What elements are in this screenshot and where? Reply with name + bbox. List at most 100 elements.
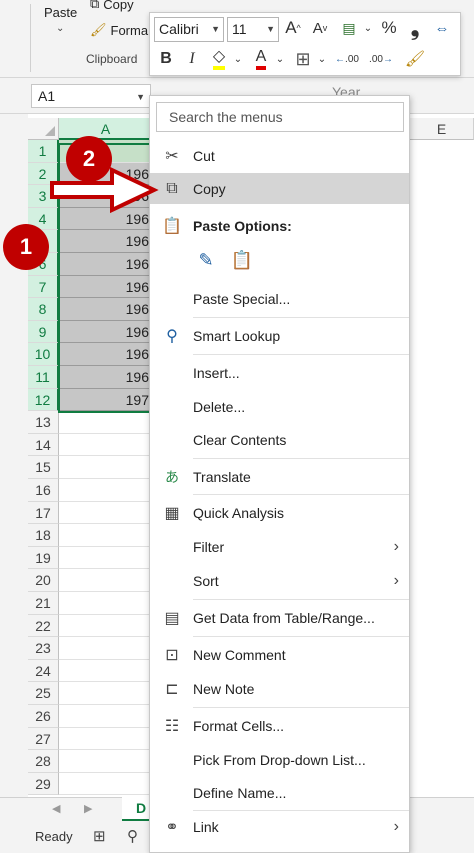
- row-header[interactable]: 22: [28, 614, 59, 638]
- italic-button[interactable]: I: [182, 46, 202, 72]
- accessibility-icon[interactable]: ⚲: [127, 827, 138, 845]
- cell-a[interactable]: 196: [59, 343, 152, 366]
- cell-a[interactable]: [59, 659, 152, 683]
- row-header[interactable]: 1: [28, 140, 59, 163]
- row-header[interactable]: 9: [28, 320, 59, 344]
- cell-a[interactable]: [59, 479, 152, 502]
- cell-a[interactable]: [59, 750, 152, 773]
- cell-a[interactable]: 196: [59, 298, 152, 321]
- cell-a[interactable]: 196: [59, 253, 152, 276]
- column-header-e[interactable]: E: [410, 118, 474, 140]
- row-header[interactable]: 10: [28, 343, 59, 366]
- column-header-a[interactable]: A: [59, 118, 153, 140]
- comma-style-button[interactable]: ❟: [406, 15, 424, 41]
- menu-item-quick-analysis[interactable]: ▦ Quick Analysis: [150, 497, 409, 528]
- menu-item-insert[interactable]: Insert...: [150, 357, 409, 388]
- grow-font-button[interactable]: A ^: [283, 15, 303, 41]
- row-header[interactable]: 29: [28, 772, 59, 796]
- row-header[interactable]: 16: [28, 479, 59, 502]
- menu-item-filter[interactable]: Filter ›: [150, 531, 409, 562]
- font-name-box[interactable]: Calibri ▼: [154, 17, 224, 42]
- number-format-icon[interactable]: ▤: [336, 15, 362, 41]
- cell-a[interactable]: [59, 772, 152, 796]
- menu-item-new-comment[interactable]: ⊡ New Comment: [150, 639, 409, 670]
- cell-a[interactable]: 196: [59, 366, 152, 389]
- menu-item-cut[interactable]: ✂ Cut: [150, 140, 409, 171]
- borders-icon[interactable]: ⊞: [292, 46, 314, 72]
- row-header[interactable]: 17: [28, 501, 59, 525]
- bold-button[interactable]: B: [156, 46, 176, 72]
- cell-a[interactable]: 196: [59, 230, 152, 253]
- format-painter-icon[interactable]: 🖌: [404, 46, 426, 72]
- decrease-decimal-button[interactable]: .00 →: [366, 46, 396, 72]
- row-header[interactable]: 15: [28, 456, 59, 479]
- cell-a[interactable]: [59, 592, 152, 615]
- cell-a[interactable]: [59, 569, 152, 592]
- row-header[interactable]: 11: [28, 366, 59, 389]
- cell-a[interactable]: [59, 705, 152, 728]
- cell-a[interactable]: [59, 456, 152, 479]
- name-box[interactable]: A1 ▼: [31, 84, 151, 108]
- cell-a[interactable]: [59, 682, 152, 705]
- menu-item-delete[interactable]: Delete...: [150, 391, 409, 422]
- row-header[interactable]: 20: [28, 569, 59, 592]
- chevron-down-icon[interactable]: ▼: [211, 24, 220, 34]
- menu-item-sort[interactable]: Sort ›: [150, 565, 409, 596]
- menu-item-format-cells[interactable]: ☷ Format Cells...: [150, 710, 409, 741]
- paste-button[interactable]: Paste: [44, 5, 77, 20]
- cell-a[interactable]: 196: [59, 275, 152, 299]
- row-header[interactable]: 7: [28, 275, 59, 299]
- cell-a[interactable]: [59, 411, 152, 434]
- percent-style-button[interactable]: %: [378, 15, 400, 41]
- menu-item-copy[interactable]: ⧉ Copy: [150, 173, 409, 204]
- cell-a[interactable]: [59, 546, 152, 570]
- font-size-box[interactable]: 11 ▼: [227, 17, 279, 42]
- row-header[interactable]: 28: [28, 750, 59, 773]
- menu-item-get-data[interactable]: ▤ Get Data from Table/Range...: [150, 602, 409, 633]
- paste-clipboard-icon[interactable]: 📋: [230, 248, 254, 272]
- scroll-left-icon[interactable]: ◀: [52, 802, 60, 815]
- row-header[interactable]: 23: [28, 637, 59, 660]
- menu-item-link[interactable]: ⚭ Link ›: [150, 811, 409, 842]
- increase-decimal-button[interactable]: ← .00: [332, 46, 362, 72]
- row-header[interactable]: 25: [28, 682, 59, 705]
- select-all-button[interactable]: [28, 118, 59, 140]
- shrink-font-button[interactable]: Av: [310, 15, 330, 41]
- menu-item-paste-special[interactable]: Paste Special...: [150, 283, 409, 314]
- format-painter-button[interactable]: 🖌 Forma: [90, 22, 148, 38]
- row-header[interactable]: 21: [28, 592, 59, 615]
- chevron-down-icon[interactable]: ⌄: [362, 15, 374, 41]
- cell-a[interactable]: [59, 614, 152, 638]
- scroll-right-icon[interactable]: ▶: [84, 802, 92, 815]
- chevron-down-icon[interactable]: ⌄: [232, 46, 244, 72]
- cell-a[interactable]: [59, 501, 152, 525]
- copy-ribbon-button[interactable]: ⧉ Copy: [90, 0, 134, 12]
- paste-keep-format-icon[interactable]: ✎: [194, 248, 218, 272]
- cell-a[interactable]: 196: [59, 320, 152, 344]
- cell-a[interactable]: [59, 524, 152, 547]
- chevron-down-icon[interactable]: ▼: [136, 92, 145, 102]
- chevron-down-icon[interactable]: ⌄: [316, 46, 328, 72]
- cell-a[interactable]: 197: [59, 388, 152, 412]
- menu-item-translate[interactable]: あ Translate: [150, 461, 409, 492]
- font-color-button[interactable]: A: [250, 46, 272, 72]
- row-header[interactable]: 27: [28, 727, 59, 751]
- chevron-down-icon[interactable]: ⌄: [56, 23, 64, 34]
- cell-a[interactable]: [59, 727, 152, 751]
- wrap-text-icon[interactable]: ⇔: [430, 15, 454, 41]
- menu-search-input[interactable]: Search the menus: [156, 102, 404, 132]
- cell-a[interactable]: [59, 637, 152, 660]
- menu-item-pick-dropdown[interactable]: Pick From Drop-down List...: [150, 744, 409, 775]
- row-header[interactable]: 24: [28, 659, 59, 683]
- menu-item-clear-contents[interactable]: Clear Contents: [150, 424, 409, 455]
- chevron-down-icon[interactable]: ▼: [266, 24, 275, 34]
- row-header[interactable]: 13: [28, 411, 59, 434]
- row-header[interactable]: 8: [28, 298, 59, 321]
- cell-a[interactable]: [59, 433, 152, 457]
- menu-item-smart-lookup[interactable]: ⚲ Smart Lookup: [150, 320, 409, 351]
- fill-color-button[interactable]: ◇: [208, 46, 230, 72]
- row-header[interactable]: 12: [28, 388, 59, 412]
- menu-item-define-name[interactable]: Define Name...: [150, 777, 409, 808]
- row-header[interactable]: 18: [28, 524, 59, 547]
- chevron-down-icon[interactable]: ⌄: [274, 46, 286, 72]
